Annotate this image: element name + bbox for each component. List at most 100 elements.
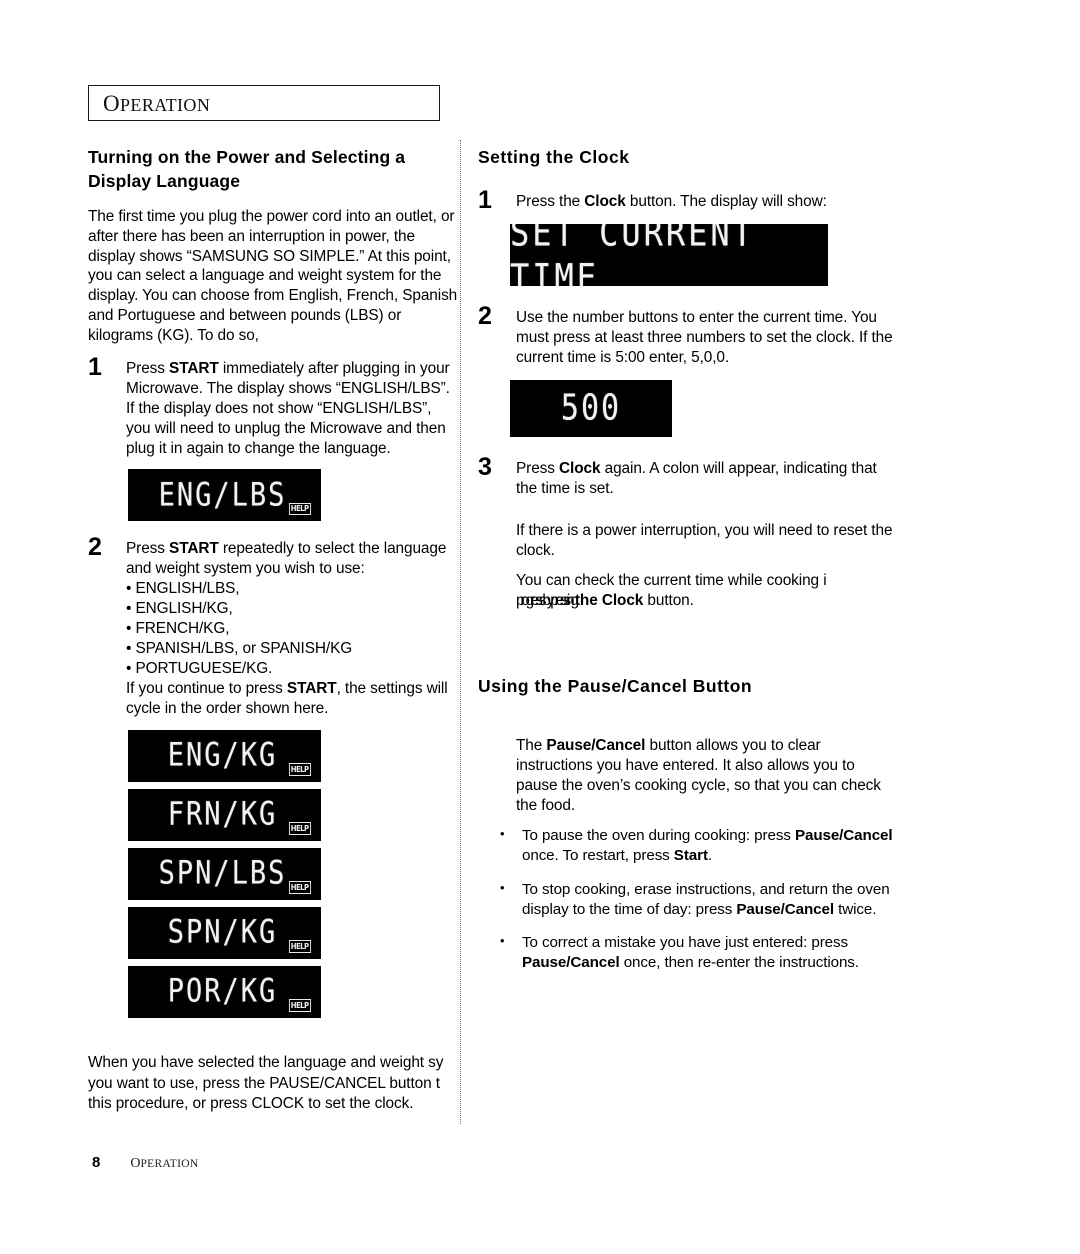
lcd-display-por-kg-text: POR/KG: [167, 973, 278, 1010]
section-header-box: OPERATION: [88, 85, 440, 121]
step-2-bold-start: START: [169, 540, 219, 558]
footer-label-rest: PERATION: [140, 1158, 199, 1170]
pause-cancel-intro-a: The: [516, 737, 547, 755]
page-footer: 8 OPERATION: [92, 1154, 198, 1172]
list-item: • To pause the oven during cooking: pres…: [500, 826, 898, 866]
pause-cancel-intro-bold: Pause/Cancel: [546, 737, 646, 755]
check-time-note-bold-clock: the Clock: [574, 591, 644, 609]
check-time-note-line-2-a: progress by pressing: [516, 591, 579, 609]
bullet-0-text-c: .: [707, 847, 713, 865]
right-column: Setting the Clock 1 Press the Clock butt…: [478, 146, 898, 987]
footer-label-initial: O: [130, 1156, 141, 1171]
section-header-rest: PERATION: [120, 95, 211, 115]
pause-cancel-heading: Using the Pause/Cancel Button: [478, 675, 753, 696]
step-2-closing: If you continue to press START, the sett…: [126, 679, 460, 719]
lcd-display-eng-kg-text: ENG/KG: [167, 737, 278, 774]
help-badge-icon: HELP: [289, 940, 312, 953]
clock-step-1-text-b: button. The display will show:: [625, 192, 827, 210]
footer-section-label: OPERATION: [130, 1154, 198, 1172]
lcd-display-eng-lbs: ENG/LBS HELP: [128, 469, 321, 522]
step-1-text-a: Press: [126, 360, 170, 378]
clock-step-3-text: Press Clock again. A colon will appear, …: [516, 459, 898, 499]
step-2-number: 2: [88, 533, 102, 562]
clock-step-2: 2 Use the number buttons to enter the cu…: [478, 303, 898, 368]
clock-step-1-bold: Clock: [584, 192, 626, 210]
clock-step-3-bold: Clock: [559, 459, 601, 477]
intro-paragraph: The first time you plug the power cord i…: [88, 208, 458, 344]
lcd-display-frn-kg: FRN/KG HELP: [128, 788, 321, 841]
lcd-display-eng-lbs-text: ENG/LBS: [158, 477, 287, 514]
step-1-text: Press START immediately after plugging i…: [126, 359, 460, 459]
step-1-bold-start: START: [169, 360, 219, 378]
clock-step-1-text-a: Press the: [516, 192, 585, 210]
step-1-number: 1: [88, 353, 102, 382]
clock-step-1-text: Press the Clock button. The display will…: [516, 192, 898, 212]
clock-step-3: 3 Press Clock again. A colon will appear…: [478, 454, 898, 499]
help-badge-icon: HELP: [289, 999, 312, 1012]
clock-step-2-text: Use the number buttons to enter the curr…: [516, 308, 893, 366]
section-header-initial: O: [103, 91, 121, 116]
language-option-2: • FRENCH/KG,: [126, 620, 230, 638]
check-time-note-line-2-b: button.: [643, 591, 694, 609]
clock-step-3-number: 3: [478, 452, 492, 481]
bullet-dot-icon: •: [500, 879, 505, 895]
help-badge-icon: HELP: [289, 881, 312, 894]
lcd-display-stack: ENG/KG HELP FRN/KG HELP SPN/LBS HELP SPN…: [88, 729, 460, 1018]
bullet-dot-icon: •: [500, 826, 505, 842]
clock-step-3-text-a: Press: [516, 459, 560, 477]
bullet-1-text-b: twice.: [833, 900, 877, 918]
bullet-0-bold-a: Pause/Cancel: [794, 827, 893, 845]
lcd-display-time-500-text: 500: [560, 387, 622, 429]
pause-cancel-bullet-list: • To pause the oven during cooking: pres…: [478, 826, 898, 973]
setting-clock-heading: Setting the Clock: [478, 147, 630, 167]
column-divider: [460, 140, 461, 1124]
language-option-3: • SPANISH/LBS, or SPANISH/KG: [126, 640, 353, 658]
page-number: 8: [92, 1154, 101, 1171]
lcd-display-spn-kg: SPN/KG HELP: [128, 906, 321, 959]
power-interruption-note: If there is a power interruption, you wi…: [516, 521, 893, 559]
lcd-display-frn-kg-text: FRN/KG: [167, 796, 278, 833]
bullet-dot-icon: •: [500, 933, 505, 949]
closing-line-2: this procedure, or press CLOCK to set th…: [88, 1095, 414, 1113]
step-2-text-a: Press: [126, 540, 170, 558]
list-item: • To correct a mistake you have just ent…: [500, 933, 898, 973]
lcd-display-time-500: 500: [510, 379, 672, 437]
list-item: • To stop cooking, erase instructions, a…: [500, 880, 898, 920]
lcd-display-por-kg: POR/KG HELP: [128, 965, 321, 1018]
bullet-0-text-b: once. To restart, press: [522, 847, 674, 865]
bullet-1-bold-a: Pause/Cancel: [736, 900, 834, 918]
step-2-bold-start-2: START: [286, 680, 337, 698]
help-badge-icon: HELP: [289, 763, 312, 776]
left-column-heading: Turning on the Power and Selecting a Dis…: [88, 147, 406, 191]
help-badge-icon: HELP: [289, 822, 312, 835]
closing-paragraph: When you have selected the language and …: [88, 1053, 480, 1115]
step-2-text: Press START repeatedly to select the lan…: [126, 539, 460, 719]
lcd-display-spn-lbs: SPN/LBS HELP: [128, 847, 321, 900]
lcd-display-set-current-time: SET CURRENT TIME: [510, 223, 828, 286]
bullet-0-text-a: To pause the oven during cooking: press: [522, 827, 795, 845]
step-1-power: 1 Press START immediately after plugging…: [88, 355, 460, 459]
language-option-4: • PORTUGUESE/KG.: [126, 660, 273, 678]
clock-step-1-number: 1: [478, 185, 492, 214]
pause-cancel-intro: The Pause/Cancel button allows you to cl…: [478, 736, 898, 816]
section-header-title: OPERATION: [103, 91, 210, 117]
check-time-note: You can check the current time while coo…: [478, 571, 898, 611]
check-time-note-line-1: You can check the current time while coo…: [516, 571, 827, 589]
closing-line-1: you want to use, press the PAUSE/CANCEL …: [88, 1074, 440, 1092]
lcd-display-set-current-time-text: SET CURRENT TIME: [510, 223, 755, 286]
step-2-language-select: 2 Press START repeatedly to select the l…: [88, 535, 460, 719]
language-option-1: • ENGLISH/KG,: [126, 600, 233, 618]
help-badge-icon: HELP: [289, 502, 312, 516]
bullet-2-bold-a: Pause/Cancel: [522, 954, 620, 972]
clock-step-2-number: 2: [478, 301, 492, 330]
bullet-0-bold-b: Start: [673, 847, 708, 865]
bullet-2-text-a: To correct a mistake you have just enter…: [522, 934, 849, 952]
closing-line-0: When you have selected the language and …: [88, 1054, 444, 1071]
step-2-text-c: If you continue to press: [126, 680, 287, 698]
left-column: Turning on the Power and Selecting a Dis…: [88, 146, 460, 1025]
clock-step-1: 1 Press the Clock button. The display wi…: [478, 187, 898, 212]
lcd-display-eng-kg: ENG/KG HELP: [128, 729, 321, 782]
lcd-display-spn-kg-text: SPN/KG: [167, 914, 278, 951]
lcd-display-spn-lbs-text: SPN/LBS: [158, 855, 287, 892]
language-option-0: • ENGLISH/LBS,: [126, 580, 240, 598]
